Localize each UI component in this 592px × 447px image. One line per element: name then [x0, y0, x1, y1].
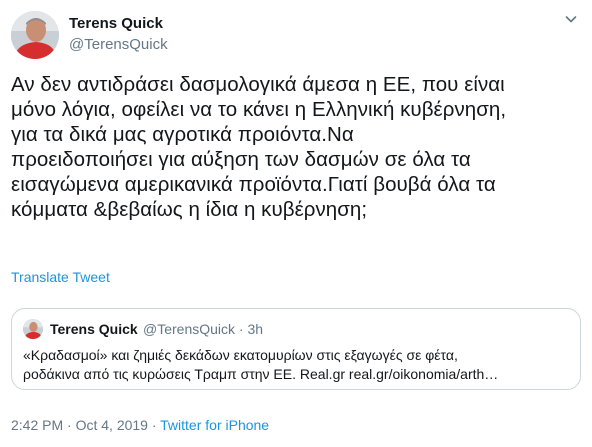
tweet-text-line: κόμματα &βεβαίως η ίδια η κυβέρνηση;: [11, 198, 368, 221]
avatar[interactable]: [11, 11, 59, 59]
tweet-text-line: μόνο λόγια, οφείλει να το κάνει η Ελληνι…: [11, 98, 507, 121]
quoted-handle-time: @TerensQuick · 3h: [143, 321, 264, 337]
tweet-text-line: εισαγώμενα αμερικανικά προϊόντα.Γιατί βο…: [11, 173, 496, 196]
quoted-text-line: «Κραδασμοί» και ζημιές δεκάδων εκατομυρί…: [23, 347, 458, 363]
author-handle[interactable]: @TerensQuick: [69, 36, 168, 53]
tweet-text-line: προειδοποιήσει για αύξηση των δασμών σε …: [11, 148, 471, 171]
author-name[interactable]: Terens Quick: [69, 15, 163, 32]
quoted-tweet[interactable]: Terens Quick @TerensQuick · 3h «Κραδασμο…: [11, 308, 581, 390]
tweet-text-line: για τα δικά μας αγροτικά προιόντα.Να: [11, 123, 354, 146]
timestamp[interactable]: 2:42 PM · Oct 4, 2019 ·: [11, 417, 160, 433]
source-link[interactable]: Twitter for iPhone: [160, 417, 269, 433]
tweet-meta: 2:42 PM · Oct 4, 2019 · Twitter for iPho…: [11, 417, 269, 433]
translate-tweet-link[interactable]: Translate Tweet: [11, 269, 110, 285]
tweet-text-line: Αν δεν αντιδράσει δασμολογικά άμεσα η ΕΕ…: [11, 73, 505, 96]
tweet-text: Αν δεν αντιδράσει δασμολογικά άμεσα η ΕΕ…: [11, 72, 581, 222]
quoted-text: «Κραδασμοί» και ζημιές δεκάδων εκατομυρί…: [23, 346, 571, 384]
quoted-author-name: Terens Quick: [50, 321, 138, 337]
quoted-text-line: ροδάκινα από τις κυρώσεις Τραμπ στην ΕΕ.…: [23, 366, 499, 382]
chevron-down-icon[interactable]: [563, 11, 579, 27]
quoted-avatar: [23, 319, 43, 339]
tweet-header: Terens Quick @TerensQuick: [11, 11, 581, 61]
